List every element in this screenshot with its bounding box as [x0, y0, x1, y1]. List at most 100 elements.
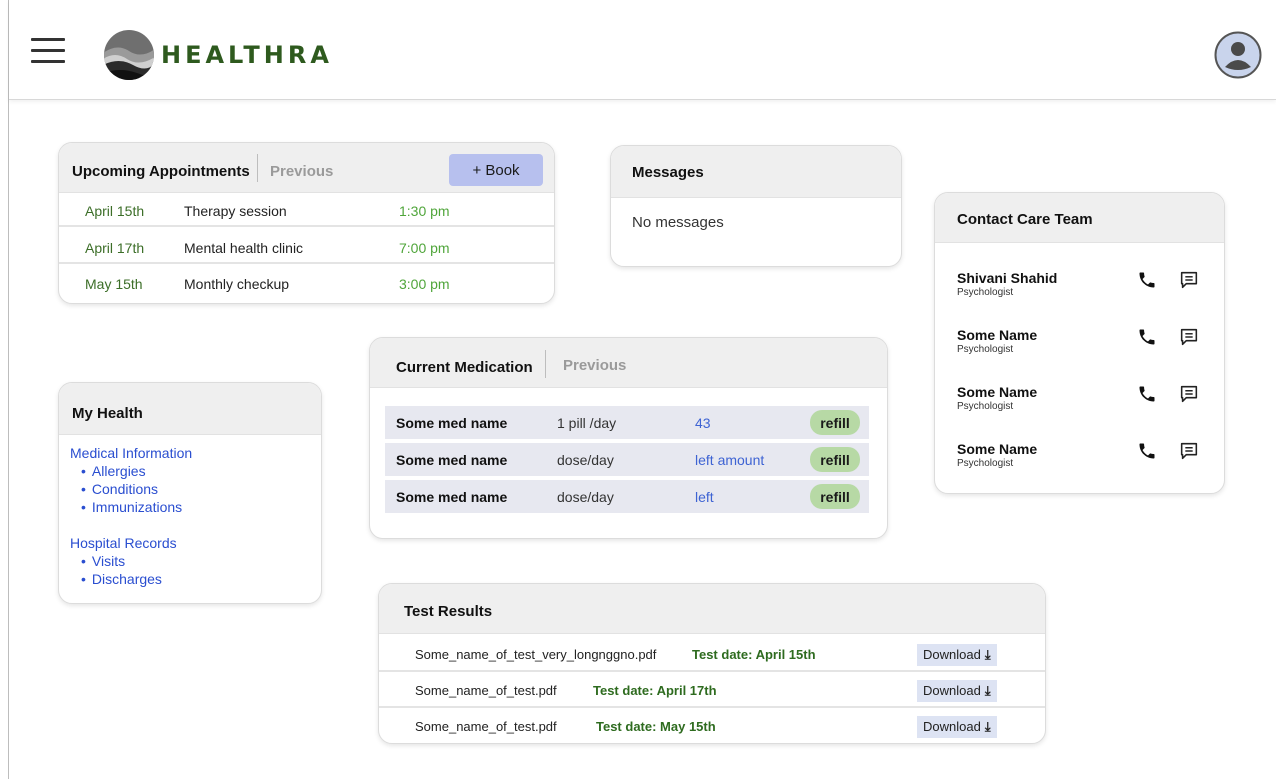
appointment-date: May 15th	[85, 276, 143, 292]
phone-icon[interactable]	[1137, 441, 1157, 461]
user-avatar-icon[interactable]	[1214, 31, 1262, 79]
appointment-row[interactable]: May 15th Monthly checkup 3:00 pm	[59, 268, 554, 300]
medication-name: Some med name	[396, 489, 508, 505]
medication-dose: 1 pill /day	[557, 415, 617, 431]
contact-name: Some Name	[957, 384, 1038, 400]
appointment-row[interactable]: April 15th Therapy session 1:30 pm	[59, 195, 554, 227]
test-date: Test date: May 15th	[596, 719, 716, 734]
phone-icon[interactable]	[1137, 327, 1157, 347]
medication-row: Some med name 1 pill /day 43 refill	[385, 406, 869, 439]
test-results-card: Test Results Some_name_of_test_very_long…	[378, 583, 1046, 744]
contact-role: Psychologist	[957, 458, 1014, 469]
care-team-contact: Some Name Psychologist	[957, 384, 1207, 424]
contact-name: Some Name	[957, 441, 1038, 457]
appointments-header: Upcoming Appointments Previous + Book	[59, 143, 554, 193]
test-result-row: Some_name_of_test.pdf Test date: April 1…	[379, 672, 1045, 708]
test-result-row: Some_name_of_test_very_longnggno.pdf Tes…	[379, 636, 1045, 672]
immunizations-link[interactable]: Immunizations	[81, 499, 182, 515]
my-health-card: My Health Medical Information Allergies …	[58, 382, 322, 604]
contact-role: Psychologist	[957, 287, 1014, 298]
chat-icon[interactable]	[1178, 326, 1200, 348]
care-team-header: Contact Care Team	[935, 193, 1224, 243]
medication-dose: dose/day	[557, 452, 614, 468]
tab-divider	[545, 350, 546, 378]
contact-role: Psychologist	[957, 401, 1014, 412]
appointment-description: Therapy session	[184, 203, 287, 219]
medical-information-link[interactable]: Medical Information	[70, 445, 192, 461]
tab-upcoming-appointments[interactable]: Upcoming Appointments	[72, 163, 250, 180]
download-label: Download	[923, 719, 981, 734]
refill-button[interactable]: refill	[810, 447, 860, 472]
messages-empty-text: No messages	[632, 214, 724, 231]
appointment-date: April 15th	[85, 203, 145, 219]
care-team-contact: Shivani Shahid Psychologist	[957, 270, 1207, 310]
download-button[interactable]: Download ⤓	[917, 716, 997, 738]
frame-border	[8, 0, 9, 779]
tab-current-medication[interactable]: Current Medication	[396, 359, 533, 376]
chat-icon[interactable]	[1178, 383, 1200, 405]
medication-row: Some med name dose/day left amount refil…	[385, 443, 869, 476]
appointments-card: Upcoming Appointments Previous + Book Ap…	[58, 142, 555, 304]
download-label: Download	[923, 647, 981, 662]
download-label: Download	[923, 683, 981, 698]
care-team-title: Contact Care Team	[957, 211, 1093, 228]
appointment-row[interactable]: April 17th Mental health clinic 7:00 pm	[59, 232, 554, 264]
download-button[interactable]: Download ⤓	[917, 644, 997, 666]
download-arrow-icon: ⤓	[984, 719, 991, 734]
test-date: Test date: April 17th	[593, 683, 717, 698]
hospital-records-link[interactable]: Hospital Records	[70, 535, 177, 551]
phone-icon[interactable]	[1137, 384, 1157, 404]
care-team-card: Contact Care Team Shivani Shahid Psychol…	[934, 192, 1225, 494]
contact-name: Shivani Shahid	[957, 270, 1058, 286]
download-arrow-icon: ⤓	[984, 683, 991, 698]
care-team-contact: Some Name Psychologist	[957, 327, 1207, 367]
my-health-title: My Health	[72, 405, 143, 422]
medication-left: left amount	[695, 452, 765, 468]
test-file-name: Some_name_of_test.pdf	[415, 719, 557, 734]
phone-icon[interactable]	[1137, 270, 1157, 290]
visits-link[interactable]: Visits	[81, 553, 125, 569]
appointment-time: 7:00 pm	[399, 240, 450, 256]
appointment-time: 1:30 pm	[399, 203, 450, 219]
messages-card: Messages No messages	[610, 145, 902, 267]
download-arrow-icon: ⤓	[984, 647, 991, 662]
conditions-link[interactable]: Conditions	[81, 481, 158, 497]
hamburger-menu-icon[interactable]	[31, 38, 65, 66]
refill-button[interactable]: refill	[810, 410, 860, 435]
tab-divider	[257, 154, 258, 182]
top-header: HEALTHRA	[9, 0, 1276, 100]
test-file-name: Some_name_of_test_very_longnggno.pdf	[415, 647, 657, 662]
refill-button[interactable]: refill	[810, 484, 860, 509]
contact-role: Psychologist	[957, 344, 1014, 355]
care-team-contact: Some Name Psychologist	[957, 441, 1207, 481]
medication-row: Some med name dose/day left refill	[385, 480, 869, 513]
appointment-description: Monthly checkup	[184, 276, 290, 292]
test-date: Test date: April 15th	[692, 647, 816, 662]
medication-name: Some med name	[396, 415, 508, 431]
messages-header: Messages	[611, 146, 901, 198]
book-appointment-button[interactable]: + Book	[449, 154, 543, 186]
medication-left: 43	[695, 415, 711, 431]
medication-card: Current Medication Previous Some med nam…	[369, 337, 888, 539]
test-results-title: Test Results	[404, 603, 493, 620]
medication-header: Current Medication Previous	[370, 338, 887, 388]
download-button[interactable]: Download ⤓	[917, 680, 997, 702]
medication-dose: dose/day	[557, 489, 614, 505]
chat-icon[interactable]	[1178, 440, 1200, 462]
tab-previous-medication[interactable]: Previous	[563, 357, 626, 374]
appointment-date: April 17th	[85, 240, 145, 256]
test-file-name: Some_name_of_test.pdf	[415, 683, 557, 698]
medication-left: left	[695, 489, 714, 505]
healthra-logo[interactable]	[103, 29, 155, 81]
discharges-link[interactable]: Discharges	[81, 571, 162, 587]
medication-name: Some med name	[396, 452, 508, 468]
allergies-link[interactable]: Allergies	[81, 463, 146, 479]
appointment-time: 3:00 pm	[399, 276, 450, 292]
chat-icon[interactable]	[1178, 269, 1200, 291]
test-result-row: Some_name_of_test.pdf Test date: May 15t…	[379, 708, 1045, 743]
test-results-header: Test Results	[379, 584, 1045, 634]
messages-title: Messages	[632, 164, 704, 181]
contact-name: Some Name	[957, 327, 1038, 343]
appointment-description: Mental health clinic	[184, 240, 304, 256]
tab-previous-appointments[interactable]: Previous	[270, 163, 333, 180]
